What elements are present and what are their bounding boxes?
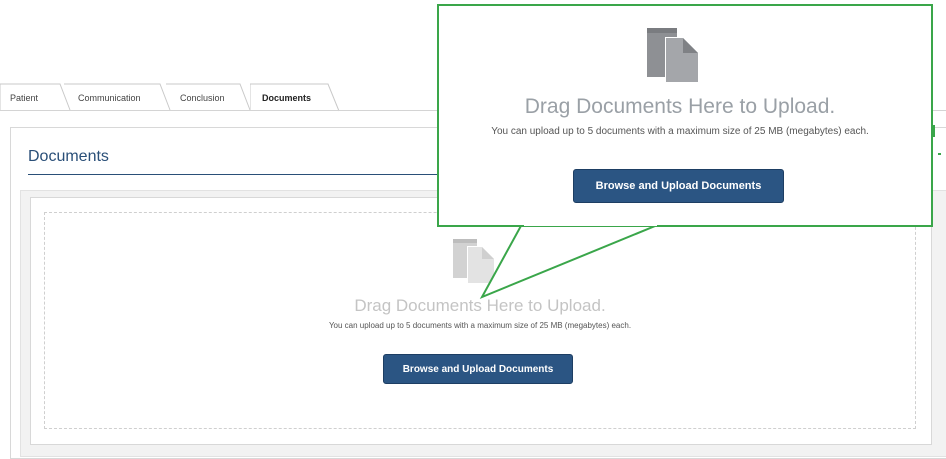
callout-edge-accent bbox=[932, 125, 935, 137]
callout-browse-upload-button[interactable]: Browse and Upload Documents bbox=[573, 169, 784, 203]
documents-icon bbox=[647, 28, 698, 82]
callout-pointer-cover bbox=[524, 218, 657, 226]
callout-subtext: You can upload up to 5 documents with a … bbox=[491, 126, 869, 137]
callout-heading: Drag Documents Here to Upload. bbox=[524, 95, 836, 118]
